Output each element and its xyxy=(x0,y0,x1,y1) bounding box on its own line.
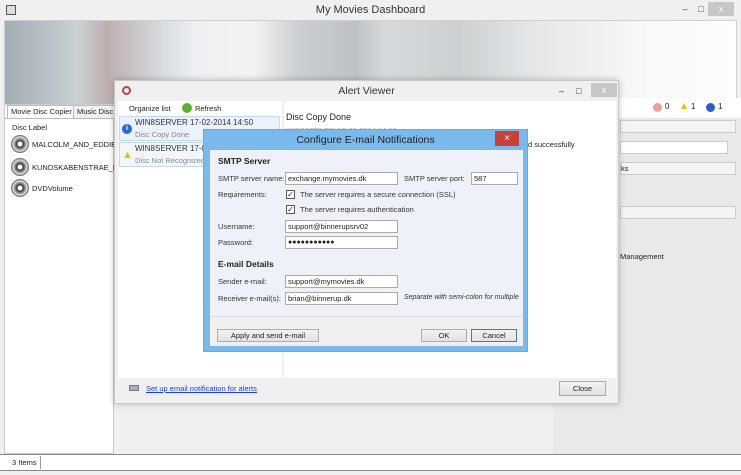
dialog-footer: Apply and send e-mail OK Cancel xyxy=(210,316,523,346)
smtp-heading: SMTP Server xyxy=(218,156,271,166)
list-item[interactable]: KUNDSKABENSTRAE_DVD xyxy=(11,158,129,176)
panel-field[interactable] xyxy=(620,141,728,154)
management-label: Management xyxy=(620,252,664,261)
alert-icon xyxy=(122,86,131,95)
auth-checkbox[interactable]: ✓ xyxy=(286,205,295,214)
username-label: Username: xyxy=(218,222,255,231)
email-details-heading: E-mail Details xyxy=(218,259,274,269)
disc-icon xyxy=(11,158,29,176)
sender-email-input[interactable]: support@mymovies.dk xyxy=(285,275,398,288)
detail-message: d successfully xyxy=(528,140,575,149)
alert-viewer-title-bar: Alert Viewer – □ x xyxy=(115,81,618,101)
email-config-dialog: Configure E-mail Notifications × SMTP Se… xyxy=(203,129,528,352)
port-label: SMTP server port: xyxy=(404,174,465,183)
email-icon xyxy=(129,385,139,391)
receiver-label: Receiver e-mail(s): xyxy=(218,294,281,303)
disc-panel: Movie Disc Copier Music Disc C Disc Labe… xyxy=(4,104,129,454)
info-icon xyxy=(706,103,715,112)
close-button[interactable]: x xyxy=(708,2,734,16)
error-icon xyxy=(653,103,662,112)
receiver-hint: Separate with semi-colon for multiple xyxy=(404,294,519,301)
detail-heading: Disc Copy Done xyxy=(286,112,352,122)
requirements-label: Requirements: xyxy=(218,190,267,199)
sender-label: Sender e-mail: xyxy=(218,277,267,286)
error-count: 0 xyxy=(665,102,670,111)
tab-music-disc-copier[interactable]: Music Disc C xyxy=(73,105,115,118)
main-title-bar: My Movies Dashboard – □ x xyxy=(0,0,741,20)
list-item[interactable]: DVDVolume xyxy=(11,179,73,197)
server-name-label: SMTP server name: xyxy=(218,174,285,183)
minimize-button[interactable]: – xyxy=(559,81,564,101)
info-count: 1 xyxy=(718,102,723,111)
refresh-button[interactable]: Refresh xyxy=(195,104,221,113)
dialog-body: SMTP Server SMTP server name: exchange.m… xyxy=(210,150,523,316)
apply-send-button[interactable]: Apply and send e-mail xyxy=(217,329,319,342)
warning-icon: ▲ xyxy=(679,101,689,112)
list-item[interactable]: MALCOLM_AND_EDDIE_ xyxy=(11,135,120,153)
close-button[interactable]: x xyxy=(591,83,617,97)
refresh-icon[interactable] xyxy=(182,103,192,113)
username-input[interactable]: support@binnerupsrv02 xyxy=(285,220,398,233)
email-setup-link[interactable]: Set up email notification for alerts xyxy=(146,384,257,393)
warning-icon: ▲ xyxy=(122,149,133,161)
auth-label: The server requires authentication xyxy=(300,205,414,214)
dialog-close-button[interactable]: × xyxy=(495,131,519,146)
app-icon xyxy=(6,5,16,15)
disc-icon xyxy=(11,135,29,153)
organize-list-button[interactable]: Organize list xyxy=(129,104,171,113)
ssl-checkbox[interactable]: ✓ xyxy=(286,190,295,199)
warning-count: 1 xyxy=(691,102,696,111)
ok-button[interactable]: OK xyxy=(421,329,467,342)
disc-icon xyxy=(11,179,29,197)
receiver-email-input[interactable]: brian@binnerup.dk xyxy=(285,292,398,305)
close-alerts-button[interactable]: Close xyxy=(559,381,606,396)
status-bar: 3 Items xyxy=(0,454,741,471)
panel-field[interactable] xyxy=(620,206,736,219)
dialog-title-bar: Configure E-mail Notifications xyxy=(296,134,435,146)
item-count: 3 Items xyxy=(12,458,37,467)
panel-field[interactable] xyxy=(620,120,736,133)
info-icon: i xyxy=(122,124,132,134)
column-header-disc-label[interactable]: Disc Label xyxy=(12,123,47,132)
maximize-button[interactable]: □ xyxy=(576,81,581,101)
smtp-server-input[interactable]: exchange.mymovies.dk xyxy=(285,172,398,185)
password-input[interactable]: ●●●●●●●●●●● xyxy=(285,236,398,249)
smtp-port-input[interactable]: 587 xyxy=(471,172,518,185)
cancel-button[interactable]: Cancel xyxy=(471,329,517,342)
window-title: My Movies Dashboard xyxy=(315,4,426,16)
panel-field[interactable]: ks xyxy=(620,162,736,175)
tab-movie-disc-copier[interactable]: Movie Disc Copier xyxy=(7,105,76,118)
ssl-label: The server requires a secure connection … xyxy=(300,190,456,199)
password-label: Password: xyxy=(218,238,254,247)
